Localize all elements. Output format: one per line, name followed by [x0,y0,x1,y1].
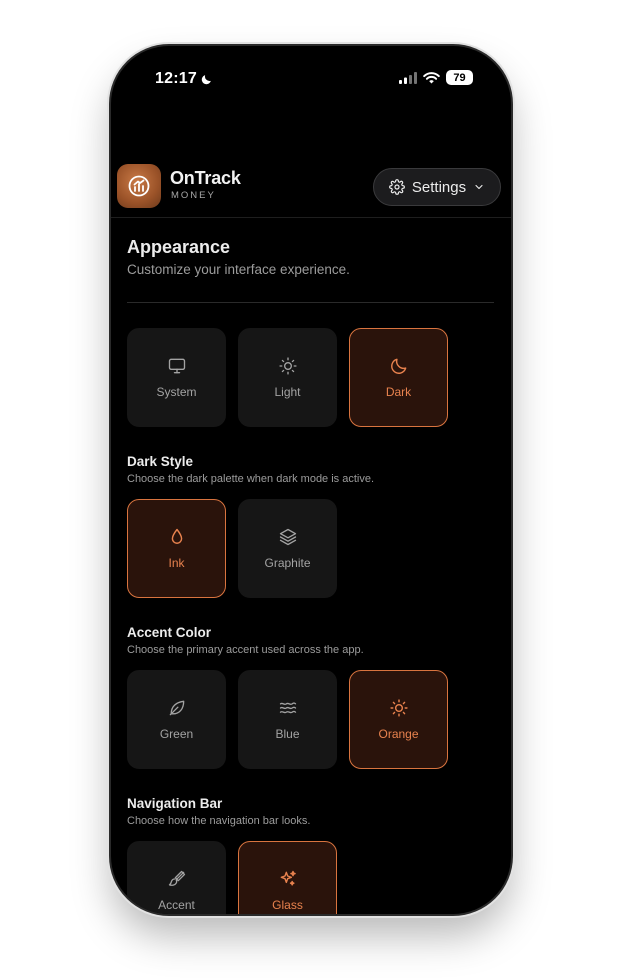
accent-color-options: Green Blue Orange [127,670,448,769]
chevron-down-icon [475,184,483,190]
waves-icon [279,702,296,714]
option-label: Ink [168,556,185,570]
dark-style-option-graphite[interactable]: Graphite [238,499,337,598]
moon-icon [201,74,211,84]
option-label: Graphite [264,556,311,570]
leaf-icon [169,700,184,716]
navigation-bar-options: Accent Glass [127,841,337,914]
option-label: Glass [272,898,303,912]
layers-icon [279,528,296,546]
section-divider [127,302,494,303]
battery-indicator: 79 [446,70,473,85]
settings-button[interactable]: Settings [373,168,501,206]
appearance-option-system[interactable]: System [127,328,226,427]
gear-icon [389,179,405,195]
option-label: Green [159,727,194,741]
accent-color-title: Accent Color [127,625,212,640]
battery-level: 79 [453,71,466,84]
option-label: Light [274,385,301,399]
status-icons: 79 [399,70,473,85]
brand-subtitle: MONEY [171,190,216,201]
option-label: System [156,385,197,399]
cellular-signal-icon [399,71,417,84]
accent-option-blue[interactable]: Blue [238,670,337,769]
dark-style-option-ink[interactable]: Ink [127,499,226,598]
dark-style-description: Choose the dark palette when dark mode i… [127,473,375,485]
status-bar: 12:17 79 [111,46,511,110]
appearance-options: System Light Dark [127,328,448,427]
wifi-icon [423,71,440,83]
paintbrush-icon [168,870,185,886]
appearance-option-dark[interactable]: Dark [349,328,448,427]
accent-option-green[interactable]: Green [127,670,226,769]
accent-option-orange[interactable]: Orange [349,670,448,769]
sun-icon [278,357,297,375]
nav-option-glass[interactable]: Glass [238,841,337,914]
sun-icon [389,699,408,717]
option-label: Orange [378,727,419,741]
dark-style-title: Dark Style [127,454,194,469]
settings-label: Settings [411,178,467,196]
moon-icon [390,358,406,374]
status-clock: 12:17 [155,70,213,88]
page-title: Appearance [127,237,231,257]
brand-name: OnTrack [170,168,241,188]
appearance-option-light[interactable]: Light [238,328,337,427]
dark-style-options: Ink Graphite [127,499,337,598]
status-time: 12:17 [155,70,197,87]
navigation-bar-title: Navigation Bar [127,796,223,811]
option-label: Blue [275,727,300,741]
chart-gauge-icon [128,175,150,197]
option-label: Accent [158,898,195,912]
nav-option-accent[interactable]: Accent [127,841,226,914]
droplet-icon [171,528,182,544]
page-subtitle: Customize your interface experience. [127,262,350,277]
monitor-icon [168,358,185,374]
sparkles-icon [280,870,296,886]
navigation-bar-description: Choose how the navigation bar looks. [127,815,311,827]
option-label: Dark [385,385,412,399]
accent-color-description: Choose the primary accent used across th… [127,644,364,656]
phone-screen: 12:17 79 OnTrack MONEY Settings Appearan… [111,46,511,914]
app-logo [117,164,161,208]
app-header: OnTrack MONEY Settings [111,110,511,218]
